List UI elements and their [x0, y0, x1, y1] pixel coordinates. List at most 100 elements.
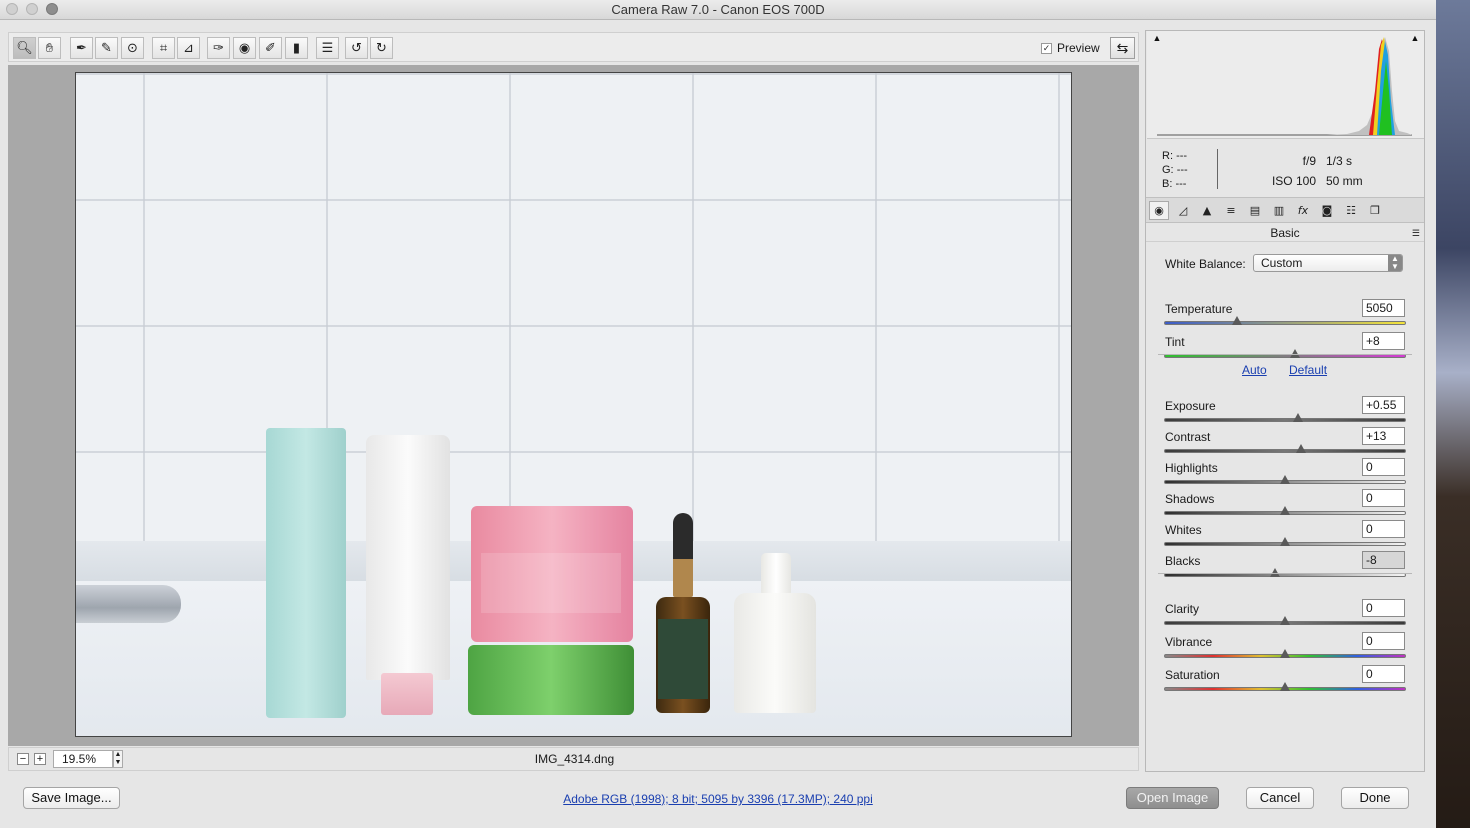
slider-value-field[interactable]: 0: [1362, 458, 1405, 476]
preview-toggle[interactable]: ✓ Preview: [1041, 41, 1100, 55]
tab-basic-icon[interactable]: ◉: [1149, 201, 1169, 220]
open-image-button[interactable]: Open Image: [1126, 787, 1219, 809]
panel-menu-icon[interactable]: ☰: [1412, 228, 1420, 239]
slider-thumb[interactable]: [1280, 475, 1290, 484]
slider-thumb[interactable]: [1280, 649, 1290, 658]
slider-label: Shadows: [1165, 492, 1215, 506]
slider-value-field[interactable]: 0: [1362, 520, 1405, 538]
preview-label: Preview: [1057, 41, 1100, 55]
pink-cap: [381, 673, 433, 715]
slider-track[interactable]: [1164, 449, 1406, 453]
green-tub-product: [468, 645, 634, 715]
crop-tool-icon[interactable]: ⌗: [152, 37, 175, 59]
cancel-button[interactable]: Cancel: [1246, 787, 1314, 809]
slider-value-field[interactable]: +13: [1362, 427, 1405, 445]
slider-label: Highlights: [1165, 461, 1218, 475]
red-eye-tool-icon[interactable]: ◉: [233, 37, 256, 59]
preferences-icon[interactable]: ☰: [316, 37, 339, 59]
serum-label: [658, 619, 708, 699]
done-button[interactable]: Done: [1341, 787, 1409, 809]
workflow-options-link[interactable]: Adobe RGB (1998); 8 bit; 5095 by 3396 (1…: [0, 792, 1436, 806]
hand-tool-icon[interactable]: ✋︎: [38, 37, 61, 59]
tab-presets-icon[interactable]: ☷: [1341, 201, 1361, 220]
histogram: ▲ ▲: [1147, 31, 1424, 139]
slider-temperature: Temperature 5050: [1146, 299, 1424, 334]
slider-value-field[interactable]: 0: [1362, 632, 1405, 650]
file-name: IMG_4314.dng: [534, 752, 615, 766]
slider-value-field[interactable]: -8: [1362, 551, 1405, 569]
slider-value-field[interactable]: +8: [1362, 332, 1405, 350]
slider-vibrance: Vibrance 0: [1146, 632, 1424, 667]
auto-link[interactable]: Auto: [1242, 363, 1267, 377]
r-value: ---: [1176, 150, 1188, 162]
slider-thumb[interactable]: [1293, 413, 1304, 422]
exif-info: f/9 1/3 s ISO 100 50 mm: [1236, 151, 1406, 191]
g-value: ---: [1176, 164, 1188, 176]
slider-label: Clarity: [1165, 602, 1200, 616]
window-title: Camera Raw 7.0 - Canon EOS 700D: [611, 2, 825, 17]
straighten-tool-icon[interactable]: ⊿: [177, 37, 200, 59]
slider-saturation: Saturation 0: [1146, 665, 1424, 700]
slider-value-field[interactable]: 0: [1362, 665, 1405, 683]
aperture: f/9: [1302, 154, 1316, 168]
slider-value-field[interactable]: 0: [1362, 489, 1405, 507]
tab-detail-icon[interactable]: ▲: [1197, 201, 1217, 220]
faucet: [76, 585, 181, 623]
preview-checkbox[interactable]: ✓: [1041, 42, 1052, 54]
tab-effects-icon[interactable]: fx: [1293, 201, 1313, 220]
dropper: [673, 513, 693, 597]
white-balance-tool-icon[interactable]: ✒: [70, 37, 93, 59]
slider-value-field[interactable]: 0: [1362, 599, 1405, 617]
tab-split-toning-icon[interactable]: ▤: [1245, 201, 1265, 220]
zoom-tool-icon[interactable]: 🔍︎: [13, 37, 36, 59]
canvas-footer: − + 19.5% ▲ ▼ IMG_4314.dng: [8, 747, 1139, 771]
slider-blacks: Blacks -8: [1146, 551, 1424, 586]
mint-tube-product: [266, 428, 346, 718]
fullscreen-toggle-icon[interactable]: ⇆: [1110, 37, 1135, 59]
histogram-graph: [1157, 37, 1412, 136]
tab-hsl-icon[interactable]: ≡: [1221, 201, 1241, 220]
slider-label: Blacks: [1165, 554, 1201, 568]
slider-thumb[interactable]: [1280, 682, 1290, 691]
slider-tint: Tint +8: [1146, 332, 1424, 367]
tab-lens-corrections-icon[interactable]: ▥: [1269, 201, 1289, 220]
white-balance-label: White Balance:: [1165, 257, 1246, 271]
target-adjustment-tool-icon[interactable]: ⊙: [121, 37, 144, 59]
readout-divider: [1217, 149, 1218, 189]
slider-thumb[interactable]: [1231, 316, 1242, 325]
slider-thumb[interactable]: [1295, 444, 1306, 453]
graduated-filter-tool-icon[interactable]: ▮: [285, 37, 308, 59]
slider-track[interactable]: [1164, 321, 1406, 325]
lotion-cap: [761, 553, 791, 597]
tab-camera-calibration-icon[interactable]: ◙: [1317, 201, 1337, 220]
photo-preview: [75, 72, 1072, 737]
slider-thumb[interactable]: [1280, 506, 1290, 515]
spot-removal-tool-icon[interactable]: ✑: [207, 37, 230, 59]
rotate-right-icon[interactable]: ↻: [370, 37, 393, 59]
iso: ISO 100: [1271, 174, 1316, 188]
tab-tone-curve-icon[interactable]: ◿: [1173, 201, 1193, 220]
slider-value-field[interactable]: +0.55: [1362, 396, 1405, 414]
slider-value-field[interactable]: 5050: [1362, 299, 1405, 317]
divider: [1158, 354, 1412, 355]
default-link[interactable]: Default: [1289, 363, 1327, 377]
toolbar: 🔍︎ ✋︎ ✒ ✎ ⊙ ⌗ ⊿ ✑ ◉ ✐ ▮ ☰ ↺ ↻ ✓ Preview …: [8, 32, 1139, 62]
rotate-left-icon[interactable]: ↺: [345, 37, 368, 59]
white-tube-product: [366, 435, 450, 680]
panel-title: Basic: [1146, 224, 1424, 242]
slider-label: Exposure: [1165, 399, 1216, 413]
color-sampler-tool-icon[interactable]: ✎: [95, 37, 118, 59]
pink-tub-label: [481, 553, 621, 613]
shutter-speed: 1/3 s: [1326, 154, 1353, 168]
chevron-down-icon: ▲ ▼: [1388, 255, 1402, 271]
slider-thumb[interactable]: [1280, 537, 1290, 546]
slider-thumb[interactable]: [1280, 616, 1290, 625]
title-bar: Camera Raw 7.0 - Canon EOS 700D: [0, 0, 1436, 20]
slider-label: Temperature: [1165, 302, 1233, 316]
white-balance-select[interactable]: Custom ▲ ▼: [1253, 254, 1403, 272]
adjustment-brush-tool-icon[interactable]: ✐: [259, 37, 282, 59]
image-canvas[interactable]: [8, 65, 1139, 746]
tab-snapshots-icon[interactable]: ❐: [1365, 201, 1385, 220]
rgb-readout: R: --- G: --- B: ---: [1162, 150, 1188, 190]
slider-track[interactable]: [1164, 418, 1406, 422]
